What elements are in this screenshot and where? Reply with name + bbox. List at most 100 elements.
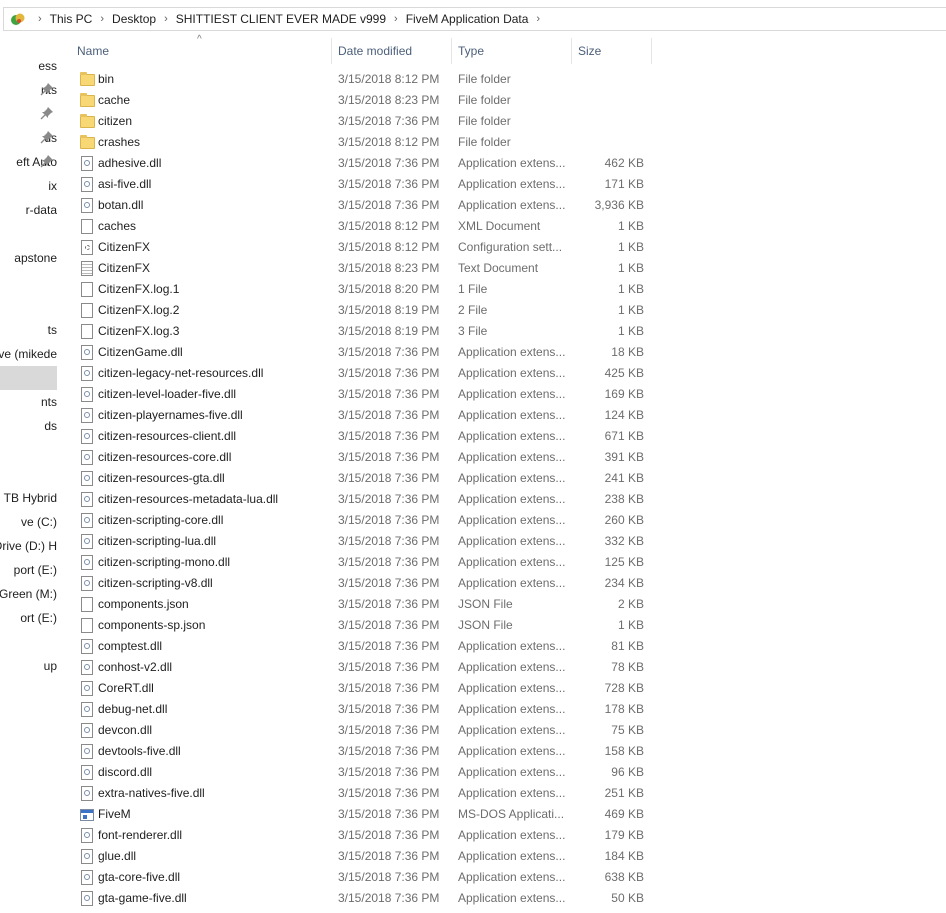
file-row[interactable]: CoreRT.dll 3/15/2018 7:36 PM Application e… — [73, 678, 653, 699]
file-row[interactable]: comptest.dll 3/15/2018 7:36 PM Application… — [73, 636, 653, 657]
nav-item[interactable]: apstone — [0, 246, 57, 270]
file-type: JSON File — [458, 618, 513, 632]
file-name: citizen-scripting-lua.dll — [98, 534, 217, 548]
breadcrumb-fivem-data[interactable]: FiveM Application Data — [406, 12, 529, 26]
nav-item[interactable] — [0, 102, 57, 126]
column-divider[interactable] — [331, 38, 332, 64]
file-row[interactable]: gta-game-five.dll 3/15/2018 7:36 PM Applic… — [73, 888, 653, 909]
file-row[interactable]: CitizenFX.log.2 3/15/2018 8:19 PM 2 File 1 … — [73, 300, 653, 321]
column-header-type[interactable]: Type — [458, 38, 484, 64]
file-row[interactable]: citizen-level-loader-five.dll 3/15/2018 7… — [73, 384, 653, 405]
pin-icon[interactable] — [40, 82, 54, 96]
file-row[interactable]: CitizenFX.log.3 3/15/2018 8:19 PM 3 File 1 … — [73, 321, 653, 342]
file-row[interactable]: conhost-v2.dll 3/15/2018 7:36 PM Applicati… — [73, 657, 653, 678]
file-row[interactable]: citizen-resources-gta.dll 3/15/2018 7:36 … — [73, 468, 653, 489]
file-row[interactable]: CitizenFX.log.1 3/15/2018 8:20 PM 1 File 1 … — [73, 279, 653, 300]
breadcrumb-client-folder[interactable]: SHITTIEST CLIENT EVER MADE v999 — [176, 12, 386, 26]
file-row[interactable]: discord.dll 3/15/2018 7:36 PM Application … — [73, 762, 653, 783]
nav-item[interactable]: eft Auto — [0, 150, 57, 174]
file-date-modified: 3/15/2018 7:36 PM — [338, 555, 440, 569]
file-row[interactable]: asi-five.dll 3/15/2018 7:36 PM Application… — [73, 174, 653, 195]
file-row[interactable]: citizen-scripting-mono.dll 3/15/2018 7:36… — [73, 552, 653, 573]
nav-item[interactable]: ix — [0, 174, 57, 198]
breadcrumb-this-pc[interactable]: This PC — [50, 12, 93, 26]
file-row[interactable]: devcon.dll 3/15/2018 7:36 PM Application e… — [73, 720, 653, 741]
nav-item[interactable]: port (E:) — [0, 558, 57, 582]
file-row[interactable]: citizen-scripting-core.dll 3/15/2018 7:36… — [73, 510, 653, 531]
file-row[interactable]: adhesive.dll 3/15/2018 7:36 PM Application… — [73, 153, 653, 174]
nav-item[interactable]: Drive (D:) H — [0, 534, 57, 558]
file-row[interactable]: caches 3/15/2018 8:12 PM XML Document 1 KB — [73, 216, 653, 237]
file-date-modified: 3/15/2018 7:36 PM — [338, 576, 440, 590]
file-row[interactable]: botan.dll 3/15/2018 7:36 PM Application ex… — [73, 195, 653, 216]
chevron-right-icon[interactable]: › — [536, 13, 540, 25]
chevron-right-icon[interactable]: › — [38, 13, 42, 25]
file-row[interactable]: CitizenFX 3/15/2018 8:12 PM Configuration … — [73, 237, 653, 258]
file-row[interactable]: extra-natives-five.dll 3/15/2018 7:36 PM A… — [73, 783, 653, 804]
nav-item[interactable]: ds — [0, 126, 57, 150]
file-type: Application extens... — [458, 681, 566, 695]
file-type: Application extens... — [458, 387, 566, 401]
file-row[interactable]: citizen-resources-metadata-lua.dll 3/15/2… — [73, 489, 653, 510]
nav-item[interactable]: ort (E:) — [0, 606, 57, 630]
file-size: 78 KB — [611, 660, 644, 674]
chevron-right-icon[interactable]: › — [100, 13, 104, 25]
file-row[interactable]: components-sp.json 3/15/2018 7:36 PM JSON … — [73, 615, 653, 636]
file-row[interactable]: CitizenGame.dll 3/15/2018 7:36 PM Applicat… — [73, 342, 653, 363]
file-size: 1 KB — [617, 261, 644, 275]
nav-item[interactable] — [0, 438, 57, 462]
file-date-modified: 3/15/2018 7:36 PM — [338, 723, 440, 737]
file-date-modified: 3/15/2018 7:36 PM — [338, 345, 440, 359]
nav-item[interactable] — [0, 462, 57, 486]
nav-item[interactable]: nts — [0, 390, 57, 414]
nav-item[interactable]: ess — [0, 54, 57, 78]
file-row[interactable]: gta-core-five.dll 3/15/2018 7:36 PM Applic… — [73, 867, 653, 888]
nav-item[interactable]: r-data — [0, 198, 57, 222]
file-row[interactable]: glue.dll 3/15/2018 7:36 PM Application ext… — [73, 846, 653, 867]
nav-item[interactable]: nts — [0, 78, 57, 102]
column-header-size[interactable]: Size — [578, 38, 601, 64]
file-row[interactable]: citizen-resources-core.dll 3/15/2018 7:36… — [73, 447, 653, 468]
file-row[interactable]: debug-net.dll 3/15/2018 7:36 PM Applicatio… — [73, 699, 653, 720]
column-divider[interactable] — [451, 38, 452, 64]
file-row[interactable]: font-renderer.dll 3/15/2018 7:36 PM Applic… — [73, 825, 653, 846]
nav-item[interactable] — [0, 366, 57, 390]
file-row[interactable]: citizen 3/15/2018 7:36 PM File folder — [73, 111, 653, 132]
column-divider[interactable] — [651, 38, 652, 64]
file-row[interactable]: crashes 3/15/2018 8:12 PM File folder — [73, 132, 653, 153]
column-header-name[interactable]: Name — [77, 38, 109, 64]
file-row[interactable]: cache 3/15/2018 8:23 PM File folder — [73, 90, 653, 111]
breadcrumb-desktop[interactable]: Desktop — [112, 12, 156, 26]
chevron-right-icon[interactable]: › — [394, 13, 398, 25]
nav-item[interactable]: ds — [0, 414, 57, 438]
nav-item[interactable]: TB Hybrid — [0, 486, 57, 510]
column-header-date-modified[interactable]: Date modified — [338, 38, 412, 64]
dll-icon — [81, 702, 93, 717]
file-row[interactable]: bin 3/15/2018 8:12 PM File folder — [73, 69, 653, 90]
nav-item[interactable] — [0, 294, 57, 318]
nav-item[interactable]: ts — [0, 318, 57, 342]
file-row[interactable]: citizen-scripting-lua.dll 3/15/2018 7:36 … — [73, 531, 653, 552]
file-row[interactable]: citizen-playernames-five.dll 3/15/2018 7:… — [73, 405, 653, 426]
file-row[interactable]: FiveM 3/15/2018 7:36 PM MS-DOS Applicati..… — [73, 804, 653, 825]
nav-item[interactable]: Green (M:) — [0, 582, 57, 606]
file-row[interactable]: CitizenFX 3/15/2018 8:23 PM Text Document 1… — [73, 258, 653, 279]
pin-icon[interactable] — [40, 154, 54, 168]
column-divider[interactable] — [571, 38, 572, 64]
file-row[interactable]: citizen-resources-client.dll 3/15/2018 7:… — [73, 426, 653, 447]
file-row[interactable]: citizen-scripting-v8.dll 3/15/2018 7:36 P… — [73, 573, 653, 594]
nav-item[interactable] — [0, 222, 57, 246]
file-row[interactable]: citizen-legacy-net-resources.dll 3/15/201… — [73, 363, 653, 384]
nav-item[interactable]: ve (mikede — [0, 342, 57, 366]
pin-icon[interactable] — [40, 106, 54, 120]
dll-icon — [81, 828, 93, 843]
nav-item[interactable] — [0, 270, 57, 294]
pin-icon[interactable] — [40, 130, 54, 144]
chevron-right-icon[interactable]: › — [164, 13, 168, 25]
file-row[interactable]: components.json 3/15/2018 7:36 PM JSON Fil… — [73, 594, 653, 615]
nav-item[interactable]: up — [0, 654, 57, 678]
file-row[interactable]: devtools-five.dll 3/15/2018 7:36 PM Applic… — [73, 741, 653, 762]
nav-item[interactable] — [0, 630, 57, 654]
nav-item[interactable]: ve (C:) — [0, 510, 57, 534]
address-bar[interactable]: › This PC › Desktop › SHITTIEST CLIENT E… — [3, 7, 946, 31]
